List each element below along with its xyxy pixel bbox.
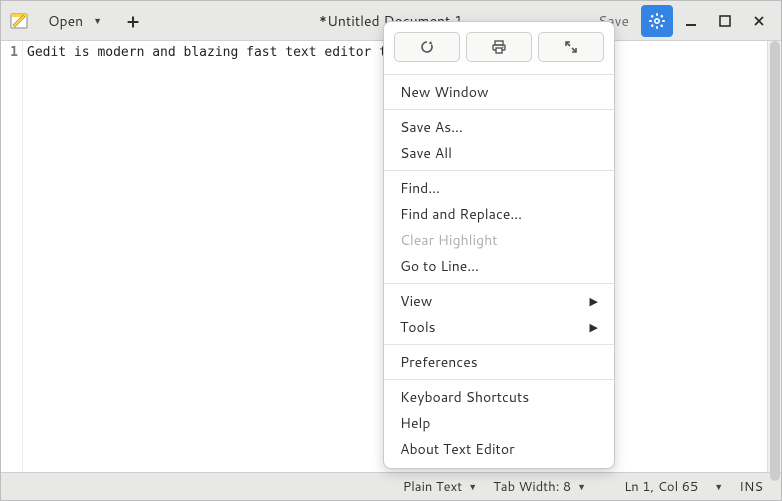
ins-mode[interactable]: INS [731, 478, 771, 496]
new-tab-button[interactable]: + [119, 7, 147, 35]
menu-tools-label: Tools [400, 317, 436, 337]
close-button[interactable] [743, 5, 775, 37]
submenu-arrow-icon: ▶ [590, 319, 598, 335]
line-number: 1 [1, 45, 18, 60]
print-icon [491, 39, 507, 55]
menu-new-window[interactable]: New Window [384, 79, 614, 105]
tab-width-label: Tab Width: 8 [493, 478, 571, 496]
titlebar-left: Open ▼ + [7, 6, 147, 36]
cursor-position[interactable]: Ln 1, Col 65 [616, 478, 706, 496]
hamburger-menu-popover: New Window Save As… Save All Find… Find … [383, 21, 615, 469]
app-window: Open ▼ + *Untitled Document 1 Save [0, 0, 782, 501]
caret-down-icon: ▼ [468, 480, 477, 493]
menu-find-replace[interactable]: Find and Replace… [384, 201, 614, 227]
fullscreen-icon [564, 40, 578, 54]
syntax-selector[interactable]: Plain Text ▼ [395, 478, 485, 496]
menu-separator [384, 74, 614, 75]
menu-separator [384, 170, 614, 171]
menu-view-label: View [400, 291, 432, 311]
statusbar: Plain Text ▼ Tab Width: 8 ▼ Ln 1, Col 65… [1, 472, 781, 500]
ins-label: INS [739, 478, 763, 496]
menu-goto-line[interactable]: Go to Line… [384, 253, 614, 279]
minimize-button[interactable] [675, 5, 707, 37]
menu-toolbar [384, 28, 614, 70]
close-icon [752, 14, 766, 28]
titlebar-right: Save [588, 5, 775, 37]
tab-width-selector[interactable]: Tab Width: 8 ▼ [485, 478, 594, 496]
menu-tools[interactable]: Tools ▶ [384, 314, 614, 340]
maximize-button[interactable] [709, 5, 741, 37]
reload-button[interactable] [394, 32, 460, 62]
menu-separator [384, 109, 614, 110]
caret-down-icon: ▼ [577, 480, 586, 493]
maximize-icon [718, 14, 732, 28]
reload-icon [419, 39, 435, 55]
submenu-arrow-icon: ▶ [590, 293, 598, 309]
open-button[interactable]: Open ▼ [35, 6, 115, 36]
scrollbar-thumb[interactable] [770, 41, 780, 481]
overwrite-selector[interactable]: ▼ [706, 480, 731, 493]
menu-preferences[interactable]: Preferences [384, 349, 614, 375]
print-button[interactable] [466, 32, 532, 62]
menu-about[interactable]: About Text Editor [384, 436, 614, 462]
hamburger-menu-button[interactable] [641, 5, 673, 37]
line-gutter: 1 [1, 41, 23, 472]
menu-save-all[interactable]: Save All [384, 140, 614, 166]
open-label: Open [48, 11, 83, 31]
caret-down-icon: ▼ [93, 14, 102, 27]
app-icon [7, 9, 31, 33]
menu-help[interactable]: Help [384, 410, 614, 436]
menu-view[interactable]: View ▶ [384, 288, 614, 314]
gear-icon [649, 13, 665, 29]
menu-separator [384, 283, 614, 284]
syntax-label: Plain Text [403, 478, 462, 496]
menu-find[interactable]: Find… [384, 175, 614, 201]
menu-clear-highlight: Clear Highlight [384, 227, 614, 253]
position-label: Ln 1, Col 65 [624, 478, 698, 496]
menu-separator [384, 379, 614, 380]
vertical-scrollbar[interactable] [767, 41, 781, 472]
minimize-icon [684, 14, 698, 28]
menu-save-as[interactable]: Save As… [384, 114, 614, 140]
caret-down-icon: ▼ [714, 480, 723, 493]
menu-shortcuts[interactable]: Keyboard Shortcuts [384, 384, 614, 410]
menu-separator [384, 344, 614, 345]
fullscreen-button[interactable] [538, 32, 604, 62]
